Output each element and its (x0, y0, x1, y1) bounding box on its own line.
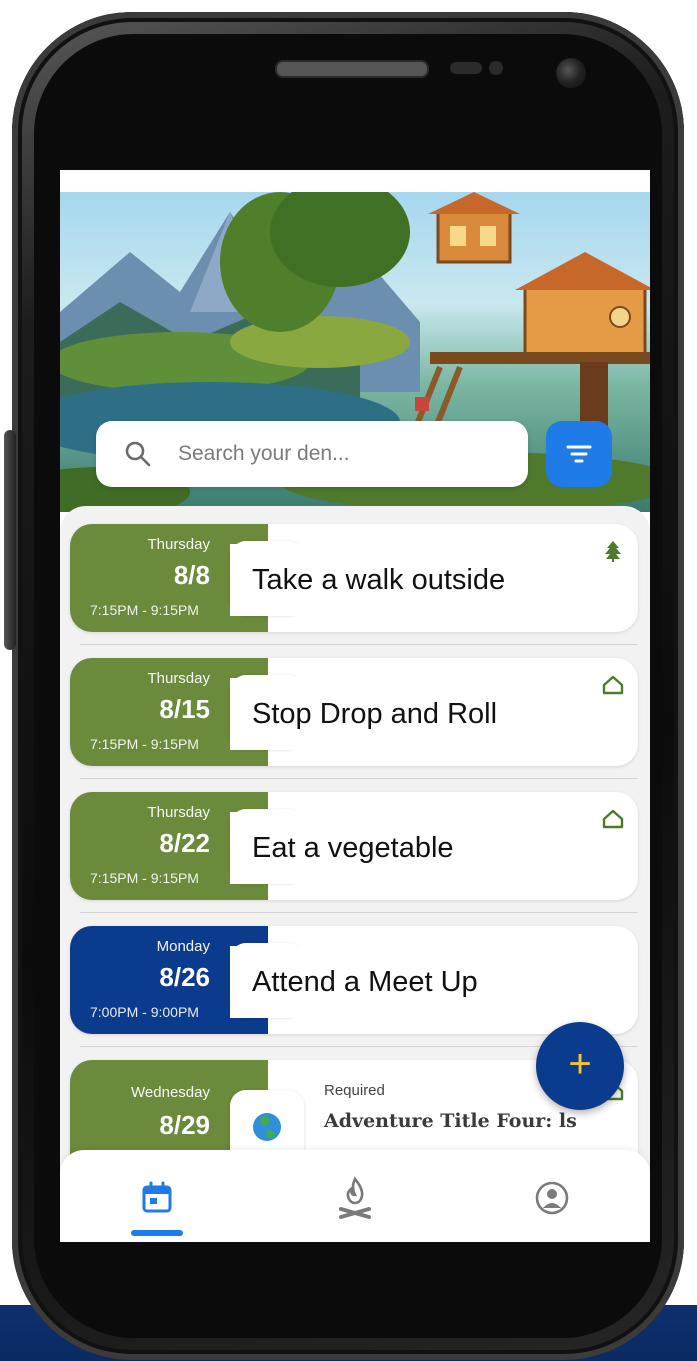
card-time: 7:15PM - 9:15PM (90, 870, 199, 886)
nav-profile[interactable] (522, 1168, 582, 1228)
divider (80, 912, 638, 913)
adventure-title-overlay: Eat a vegetable (230, 812, 476, 884)
phone-camera (556, 58, 586, 88)
house-outline-icon (602, 675, 624, 695)
profile-icon (535, 1181, 569, 1215)
card-title: Adventure Title Four: ls (324, 1110, 577, 1132)
bottom-nav (60, 1150, 650, 1242)
pine-tree-icon (605, 541, 621, 562)
add-button[interactable]: + (536, 1022, 624, 1110)
card-date: 8/26 (159, 962, 210, 992)
card-day: Thursday (147, 536, 210, 553)
card-day: Thursday (147, 804, 210, 821)
nav-active-indicator (131, 1230, 183, 1236)
adventure-title-overlay: Attend a Meet Up (230, 946, 500, 1018)
card-date: 8/8 (173, 560, 210, 590)
card-day: Thursday (147, 670, 210, 687)
adventure-title-overlay: Take a walk outside (230, 544, 528, 616)
house-outline-icon (602, 809, 624, 829)
app-screen: Search your den... Thursday 8/8 7:15PM -… (60, 170, 650, 1242)
card-day: Monday (156, 938, 210, 955)
card-time: 7:00PM - 9:00PM (90, 1004, 199, 1020)
card-time: 7:15PM - 9:15PM (90, 736, 199, 752)
card-date: 8/15 (159, 694, 210, 724)
search-placeholder: Search your den... (178, 442, 350, 465)
calendar-icon (142, 1181, 172, 1213)
divider (80, 644, 638, 645)
phone-sensor (450, 62, 482, 74)
filter-button[interactable] (546, 421, 612, 487)
card-label: Required (324, 1082, 385, 1099)
search-input[interactable]: Search your den... (96, 421, 528, 487)
card-date: 8/29 (159, 1110, 210, 1140)
phone-speaker (275, 60, 429, 78)
nav-campfire[interactable] (325, 1168, 385, 1228)
filter-icon (566, 445, 592, 463)
search-icon (124, 440, 152, 468)
card-date: 8/22 (159, 828, 210, 858)
adventure-title-overlay: Stop Drop and Roll (230, 678, 520, 750)
campfire-icon (339, 1176, 371, 1219)
phone-side-button (4, 430, 16, 650)
phone-sensor-dot (489, 61, 503, 75)
card-day: Wednesday (131, 1084, 210, 1101)
nav-calendar[interactable] (127, 1168, 187, 1228)
adventure-list: Thursday 8/8 7:15PM - 9:15PM Take a walk… (60, 506, 650, 1242)
divider (80, 778, 638, 779)
card-time: 7:15PM - 9:15PM (90, 602, 199, 618)
